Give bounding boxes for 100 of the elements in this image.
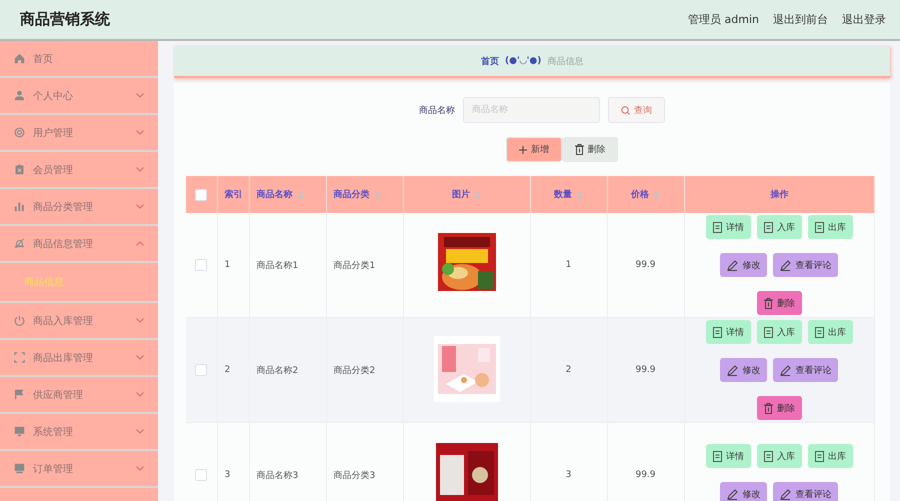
column-header[interactable]: 索引 bbox=[224, 188, 242, 201]
pencil-icon bbox=[780, 364, 792, 376]
sidebar-item[interactable]: 首页 bbox=[0, 41, 158, 78]
action-button[interactable]: 详情 bbox=[706, 444, 751, 468]
table-cell: 99.9 bbox=[635, 260, 656, 270]
table-cell: 商品分类1 bbox=[334, 260, 376, 270]
trash-icon bbox=[764, 298, 773, 308]
sidebar-item[interactable]: 会员管理 bbox=[0, 152, 158, 189]
header-link[interactable]: 退出登录 bbox=[842, 12, 886, 27]
sidebar-item[interactable]: 用户管理 bbox=[0, 115, 158, 152]
action-button[interactable]: 入库 bbox=[756, 215, 802, 239]
chevron-down-icon bbox=[136, 392, 144, 397]
column-header[interactable]: 图片 bbox=[452, 188, 470, 201]
clipboard-icon bbox=[14, 164, 25, 175]
flag-icon bbox=[14, 389, 25, 400]
column-header[interactable]: 操作 bbox=[770, 188, 788, 201]
breadcrumb-link[interactable]: 首页 bbox=[481, 54, 499, 68]
action-button[interactable]: 出库 bbox=[808, 320, 853, 344]
pencil-icon bbox=[780, 260, 792, 270]
frame-icon bbox=[14, 352, 25, 363]
document-icon bbox=[814, 326, 824, 338]
pencil-icon bbox=[727, 364, 738, 376]
action-button[interactable]: 入库 bbox=[756, 320, 802, 344]
sidebar-item[interactable]: 供应商管理 bbox=[0, 377, 158, 414]
action-button[interactable]: 入库 bbox=[756, 444, 802, 468]
breadcrumb-separator: (●'◡'●) bbox=[505, 56, 542, 66]
action-button[interactable]: 查看评论 bbox=[773, 482, 838, 501]
document-icon bbox=[712, 326, 722, 338]
checkbox[interactable] bbox=[195, 259, 208, 271]
column-header[interactable]: 商品名称 bbox=[256, 188, 292, 201]
document-icon bbox=[814, 222, 824, 232]
chevron-down-icon bbox=[136, 318, 144, 323]
document-icon bbox=[764, 222, 773, 232]
document-icon bbox=[764, 326, 773, 338]
chevron-down-icon bbox=[136, 93, 144, 98]
add-button[interactable]: 新增 bbox=[506, 137, 562, 162]
sidebar-item[interactable]: 商品分类管理 bbox=[0, 189, 158, 226]
action-button[interactable]: 详情 bbox=[706, 215, 751, 239]
chevron-down-icon bbox=[136, 429, 144, 434]
header-link[interactable]: 退出到前台 bbox=[773, 12, 828, 27]
monitor-icon bbox=[14, 463, 25, 474]
column-header[interactable]: 价格 bbox=[631, 188, 649, 201]
trash-icon bbox=[574, 144, 584, 155]
search-label: 商品名称 bbox=[419, 104, 455, 116]
pencil-icon bbox=[780, 488, 792, 500]
table-cell: 99.9 bbox=[635, 365, 656, 375]
action-button[interactable]: 修改 bbox=[720, 358, 768, 382]
table-cell: 商品名称2 bbox=[256, 366, 298, 376]
table-cell: 99.9 bbox=[635, 470, 656, 480]
delete-button[interactable]: 删除 bbox=[562, 137, 618, 162]
sort-icon[interactable] bbox=[653, 190, 660, 200]
ring-icon bbox=[14, 127, 25, 138]
sidebar-item[interactable]: 订单管理 bbox=[0, 451, 158, 488]
sidebar-item[interactable]: 系统管理 bbox=[0, 414, 158, 451]
document-icon bbox=[814, 450, 824, 462]
table-cell: 商品名称3 bbox=[256, 470, 298, 480]
column-header[interactable]: 商品分类 bbox=[334, 188, 370, 201]
action-button[interactable]: 查看评论 bbox=[773, 358, 838, 382]
table-cell: 商品分类3 bbox=[334, 470, 376, 480]
search-icon bbox=[621, 106, 630, 114]
sidebar-item[interactable]: 商品入库管理 bbox=[0, 303, 158, 340]
checkbox[interactable] bbox=[195, 364, 208, 376]
action-button[interactable]: 出库 bbox=[808, 215, 853, 239]
document-icon bbox=[712, 450, 722, 462]
sort-icon[interactable] bbox=[374, 190, 380, 200]
search-button[interactable]: 查询 bbox=[608, 97, 665, 123]
action-button[interactable]: 修改 bbox=[720, 482, 768, 501]
action-button[interactable]: 详情 bbox=[706, 320, 751, 344]
sidebar-item[interactable]: 个人中心 bbox=[0, 78, 158, 115]
sort-icon[interactable] bbox=[474, 190, 481, 200]
chevron-down-icon bbox=[136, 130, 144, 135]
table-cell: 商品分类2 bbox=[334, 366, 376, 376]
sort-icon[interactable] bbox=[576, 190, 583, 200]
breadcrumb-current: 商品信息 bbox=[547, 56, 584, 68]
checkbox[interactable] bbox=[195, 188, 208, 200]
power-icon bbox=[14, 315, 25, 326]
sort-icon[interactable] bbox=[296, 190, 304, 200]
document-icon bbox=[712, 222, 722, 232]
chevron-up-icon bbox=[136, 241, 144, 246]
column-header[interactable]: 数量 bbox=[554, 188, 572, 201]
sidebar-item[interactable]: 商品信息管理 bbox=[0, 226, 158, 263]
action-button[interactable]: 查看评论 bbox=[773, 253, 838, 277]
table-cell: 2 bbox=[566, 365, 572, 375]
table-cell: 1 bbox=[566, 260, 572, 270]
action-button[interactable]: 删除 bbox=[756, 291, 802, 315]
chevron-down-icon bbox=[136, 466, 144, 471]
table-cell: 3 bbox=[224, 470, 230, 480]
table-cell: 3 bbox=[566, 470, 572, 480]
table-cell: 1 bbox=[224, 260, 230, 270]
action-button[interactable]: 出库 bbox=[808, 444, 853, 468]
table-cell: 2 bbox=[224, 365, 230, 375]
table-cell: 商品名称1 bbox=[256, 260, 298, 270]
checkbox[interactable] bbox=[195, 469, 208, 481]
action-button[interactable]: 删除 bbox=[756, 396, 802, 420]
user-icon bbox=[14, 90, 25, 101]
chevron-down-icon bbox=[136, 167, 144, 172]
pencil-icon bbox=[727, 488, 738, 500]
sidebar-item[interactable]: 商品出库管理 bbox=[0, 340, 158, 377]
action-button[interactable]: 修改 bbox=[720, 253, 768, 277]
user-label: 管理员 admin bbox=[688, 12, 759, 27]
